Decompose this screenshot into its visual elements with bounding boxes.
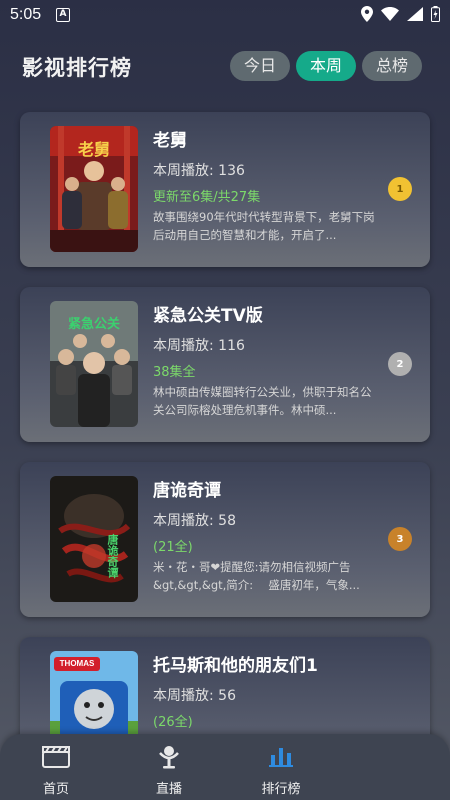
- poster-image[interactable]: 老舅: [50, 126, 138, 252]
- tab-all-time[interactable]: 总榜: [362, 51, 422, 81]
- card-info: 唐诡奇谭 本周播放: 58 (21全) 米・花・哥❤提醒您:请勿相信视频广告&g…: [153, 476, 378, 594]
- bottom-navigation: 首页 直播 排行榜: [0, 734, 450, 800]
- poster-title: 唐诡奇谭: [106, 534, 119, 578]
- episode-status: 更新至6集/共27集: [153, 190, 261, 205]
- ranking-card[interactable]: 唐诡奇谭 唐诡奇谭 本周播放: 58 (21全) 米・花・哥❤提醒您:请勿相信视…: [20, 462, 430, 617]
- live-broadcast-icon: [159, 746, 179, 769]
- ranking-card[interactable]: 紧急公关 紧急公关TV版 本周播放: 116 38集全 林中硕由传媒圈转行公关业…: [20, 287, 430, 442]
- poster-title: 紧急公关: [67, 317, 120, 332]
- notification-icon: A: [56, 8, 70, 22]
- card-info: 老舅 本周播放: 136 更新至6集/共27集 故事围绕90年代时代转型背景下，…: [153, 126, 378, 244]
- nav-live[interactable]: 直播: [129, 742, 209, 797]
- weekly-plays: 本周播放: 58: [153, 513, 236, 529]
- show-description: 林中硕由传媒圈转行公关业，供职于知名公关公司际榕处理危机事件。林中硕...: [153, 385, 372, 417]
- battery-icon: [431, 6, 440, 22]
- status-bar: 5:05 A: [0, 0, 450, 32]
- rank-badge: 1: [388, 177, 412, 201]
- show-description: 米・花・哥❤提醒您:请勿相信视频广告&gt,&gt,&gt,简介: 盛唐初年，气…: [153, 560, 360, 592]
- period-tabs: 今日 本周 总榜: [230, 51, 422, 81]
- location-icon: [361, 6, 373, 22]
- nav-home-label: 首页: [42, 782, 69, 797]
- bar-chart-icon: [269, 748, 293, 767]
- page-title: 影视排行榜: [22, 56, 132, 80]
- clapperboard-icon: [42, 746, 70, 768]
- weekly-plays: 本周播放: 136: [153, 163, 245, 179]
- nav-ranking[interactable]: 排行榜: [241, 742, 321, 797]
- weekly-plays: 本周播放: 116: [153, 338, 245, 354]
- nav-home[interactable]: 首页: [16, 742, 96, 797]
- card-info: 紧急公关TV版 本周播放: 116 38集全 林中硕由传媒圈转行公关业，供职于知…: [153, 301, 378, 419]
- episode-status: 38集全: [153, 365, 196, 380]
- show-title: 老舅: [153, 131, 187, 151]
- episode-status: (26全): [153, 715, 193, 730]
- show-title: 唐诡奇谭: [153, 481, 221, 501]
- weekly-plays: 本周播放: 56: [153, 688, 236, 704]
- system-icons: [361, 6, 440, 22]
- poster-title: 老舅: [77, 140, 110, 159]
- rank-badge: 3: [388, 527, 412, 551]
- ranking-card[interactable]: 老舅 老舅 本周播放: 136 更新至6集/共27集 故事围绕90年代时代转型背…: [20, 112, 430, 267]
- rank-badge: 2: [388, 352, 412, 376]
- wifi-icon: [381, 7, 399, 21]
- signal-icon: [407, 7, 423, 21]
- tab-this-week[interactable]: 本周: [296, 51, 356, 81]
- nav-ranking-label: 排行榜: [261, 782, 301, 797]
- poster-title: THOMAS: [59, 659, 95, 668]
- tab-today[interactable]: 今日: [230, 51, 290, 81]
- show-title: 紧急公关TV版: [153, 306, 263, 326]
- show-description: 故事围绕90年代时代转型背景下，老舅下岗后动用自己的智慧和才能，开启了...: [153, 210, 375, 242]
- status-time: 5:05: [10, 6, 42, 23]
- card-info: 托马斯和他的朋友们1 本周播放: 56 (26全): [153, 651, 378, 730]
- nav-live-label: 直播: [155, 782, 182, 797]
- poster-image[interactable]: 紧急公关: [50, 301, 138, 427]
- poster-image[interactable]: 唐诡奇谭: [50, 476, 138, 602]
- show-title: 托马斯和他的朋友们1: [153, 656, 318, 676]
- episode-status: (21全): [153, 540, 193, 555]
